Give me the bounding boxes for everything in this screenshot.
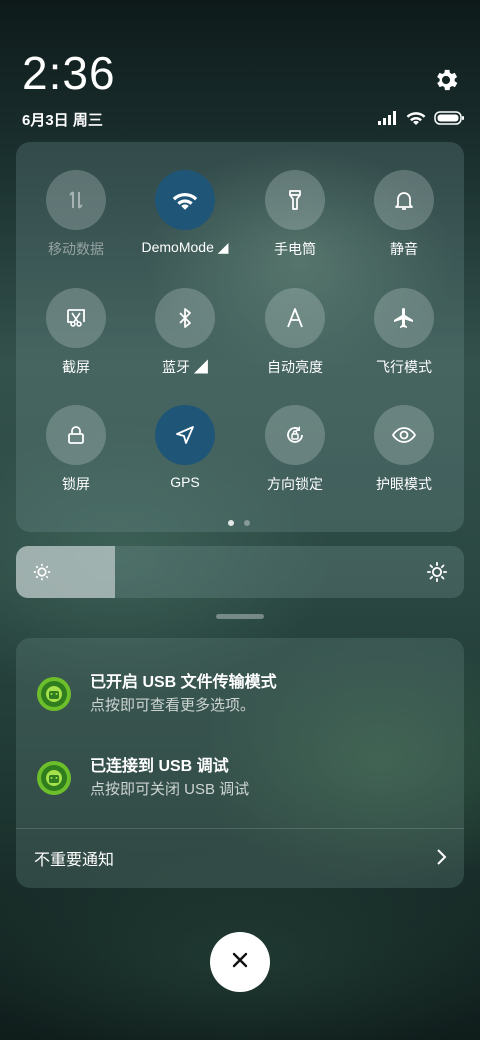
tile-label: 移动数据	[48, 241, 104, 257]
battery-icon	[434, 110, 464, 130]
tile-label: 蓝牙 ◢	[162, 359, 208, 375]
brightness-fill	[16, 546, 115, 598]
notification-item[interactable]: 已开启 USB 文件传输模式 点按即可查看更多选项。	[16, 664, 464, 724]
notification-title: 已连接到 USB 调试	[90, 758, 229, 775]
screenshot-icon	[46, 288, 106, 348]
flashlight-icon	[265, 170, 325, 230]
page-dot[interactable]	[228, 520, 234, 526]
tile-label: 静音	[390, 241, 418, 257]
clear-all-button[interactable]	[210, 932, 270, 992]
gps-icon	[155, 405, 215, 465]
divider	[16, 828, 464, 829]
page-indicator	[228, 520, 250, 526]
page-dot[interactable]	[244, 520, 250, 526]
airplane-icon	[374, 288, 434, 348]
lock-icon	[46, 405, 106, 465]
tile-mute[interactable]: 静音	[349, 170, 459, 259]
rotation-lock-icon	[265, 405, 325, 465]
tile-label: 手电筒	[274, 241, 316, 257]
brightness-slider[interactable]	[16, 546, 464, 598]
signal-icon	[378, 110, 398, 130]
brightness-high-icon	[426, 561, 448, 588]
status-icons	[378, 110, 464, 130]
tile-flashlight[interactable]: 手电筒	[240, 170, 350, 259]
android-system-icon	[36, 760, 72, 796]
notification-body: 点按即可查看更多选项。	[90, 697, 256, 714]
bluetooth-icon	[155, 288, 215, 348]
notification-panel: 已开启 USB 文件传输模式 点按即可查看更多选项。 已连接到 USB 调试 点…	[16, 638, 464, 888]
auto-brightness-icon	[265, 288, 325, 348]
tile-wifi[interactable]: DemoMode ◢	[130, 170, 240, 256]
drag-handle[interactable]	[216, 614, 264, 619]
quick-settings-panel: 移动数据 DemoMode ◢ 手电筒 静音 截屏 蓝牙 ◢ 自动亮度 飞行模式…	[16, 142, 464, 532]
tile-mobile-data[interactable]: 移动数据	[21, 170, 131, 259]
notification-item[interactable]: 已连接到 USB 调试 点按即可关闭 USB 调试	[16, 748, 464, 808]
notification-body: 点按即可关闭 USB 调试	[90, 781, 250, 798]
tile-label: GPS	[170, 474, 200, 490]
notification-title: 已开启 USB 文件传输模式	[90, 674, 277, 691]
chevron-right-icon[interactable]	[434, 848, 448, 866]
tile-label: 护眼模式	[376, 476, 432, 492]
tile-label: 方向锁定	[267, 476, 323, 492]
wifi-icon	[155, 170, 215, 230]
wifi-icon	[406, 110, 426, 130]
tile-eye-care[interactable]: 护眼模式	[349, 405, 459, 494]
bell-icon	[374, 170, 434, 230]
clock[interactable]: 2:36	[22, 50, 116, 96]
brightness-low-icon	[32, 562, 52, 587]
tile-bluetooth[interactable]: 蓝牙 ◢	[130, 288, 240, 377]
tile-screenshot[interactable]: 截屏	[21, 288, 131, 377]
tile-airplane[interactable]: 飞行模式	[349, 288, 459, 377]
tile-label: 截屏	[62, 359, 90, 375]
tile-label: 锁屏	[62, 476, 90, 492]
tile-label: DemoMode ◢	[141, 239, 229, 255]
date[interactable]: 6月3日 周三	[22, 109, 103, 130]
tile-lock-screen[interactable]: 锁屏	[21, 405, 131, 494]
tile-label: 自动亮度	[267, 359, 323, 375]
close-icon	[231, 951, 249, 974]
mobile-data-icon	[46, 170, 106, 230]
tile-rotation-lock[interactable]: 方向锁定	[240, 405, 350, 494]
tile-auto-brightness[interactable]: 自动亮度	[240, 288, 350, 377]
eye-icon	[374, 405, 434, 465]
android-system-icon	[36, 676, 72, 712]
tile-label: 飞行模式	[376, 359, 432, 375]
settings-gear-icon[interactable]	[432, 66, 460, 94]
tile-gps[interactable]: GPS	[130, 405, 240, 490]
unimportant-notifications-link[interactable]: 不重要通知	[34, 846, 114, 870]
